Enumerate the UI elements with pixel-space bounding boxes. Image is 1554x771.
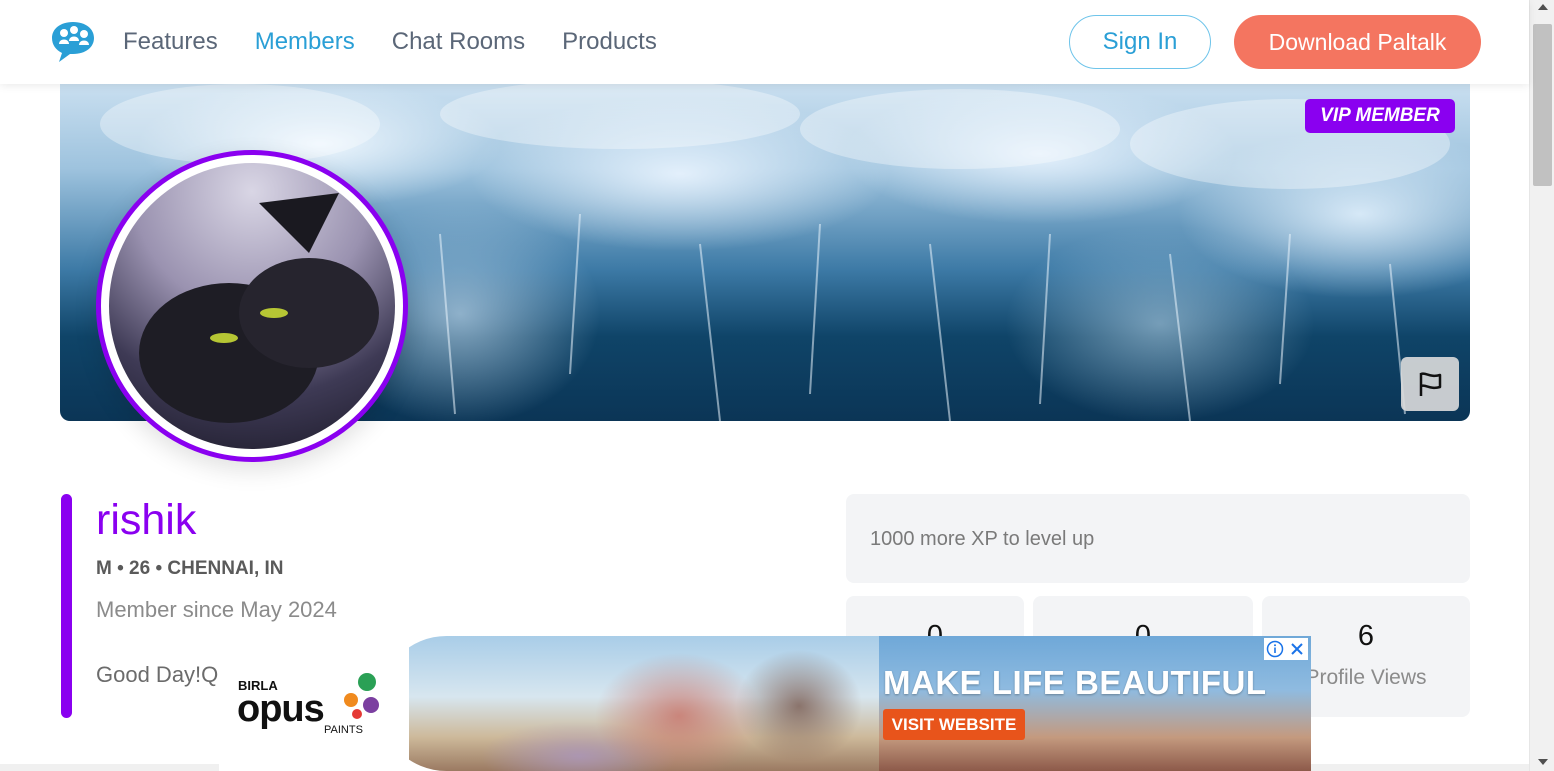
username: rishik (96, 496, 197, 544)
sign-in-button[interactable]: Sign In (1069, 15, 1211, 69)
profile-accent-bar (61, 494, 72, 718)
avatar-frame (96, 150, 408, 462)
avatar[interactable] (109, 163, 395, 449)
member-since: Member since May 2024 (96, 597, 337, 622)
ad-close-button[interactable] (1286, 638, 1308, 660)
profile-meta: M • 26 • CHENNAI, IN (96, 558, 284, 579)
vip-member-badge: VIP MEMBER (1305, 99, 1455, 133)
nav-products[interactable]: Products (562, 28, 657, 56)
profile-page: Features Members Chat Rooms Products Sig… (0, 0, 1554, 771)
ad-brand-sub: PAINTS (324, 724, 363, 736)
xp-card: 1000 more XP to level up (846, 494, 1470, 583)
info-icon (1266, 640, 1284, 658)
nav-chat-rooms[interactable]: Chat Rooms (392, 28, 525, 56)
site-header: Features Members Chat Rooms Products Sig… (0, 0, 1529, 84)
nav-members[interactable]: Members (255, 28, 355, 56)
scrollbar-thumb[interactable] (1533, 24, 1552, 186)
nav-features[interactable]: Features (123, 28, 218, 56)
opus-dots-icon (344, 673, 379, 719)
paltalk-logo-icon[interactable] (50, 20, 96, 64)
ad-headline: MAKE LIFE BEAUTIFUL (883, 664, 1267, 701)
main-nav: Features Members Chat Rooms Products (123, 28, 657, 56)
ad-banner[interactable]: BIRLA opus PAINTS MAKE LIFE BEAUTIFUL VI… (219, 636, 1311, 771)
profile-bio: Good Day!Q (96, 662, 219, 687)
download-button[interactable]: Download Paltalk (1234, 15, 1481, 69)
ad-logo: BIRLA opus PAINTS (219, 636, 409, 771)
scroll-down-arrow-icon[interactable] (1538, 759, 1548, 765)
flag-icon (1419, 372, 1442, 396)
report-flag-button[interactable] (1401, 357, 1459, 411)
ad-visit-website-button[interactable]: VISIT WEBSITE (883, 709, 1025, 740)
page-scrollbar[interactable] (1529, 0, 1554, 771)
scroll-up-arrow-icon[interactable] (1538, 4, 1548, 10)
ad-brand-main: opus (237, 688, 325, 730)
ad-info-icon[interactable] (1264, 638, 1286, 660)
ad-background (879, 636, 1311, 771)
avatar-image (139, 193, 379, 423)
xp-text: 1000 more XP to level up (870, 528, 1095, 550)
close-icon (1291, 643, 1303, 655)
